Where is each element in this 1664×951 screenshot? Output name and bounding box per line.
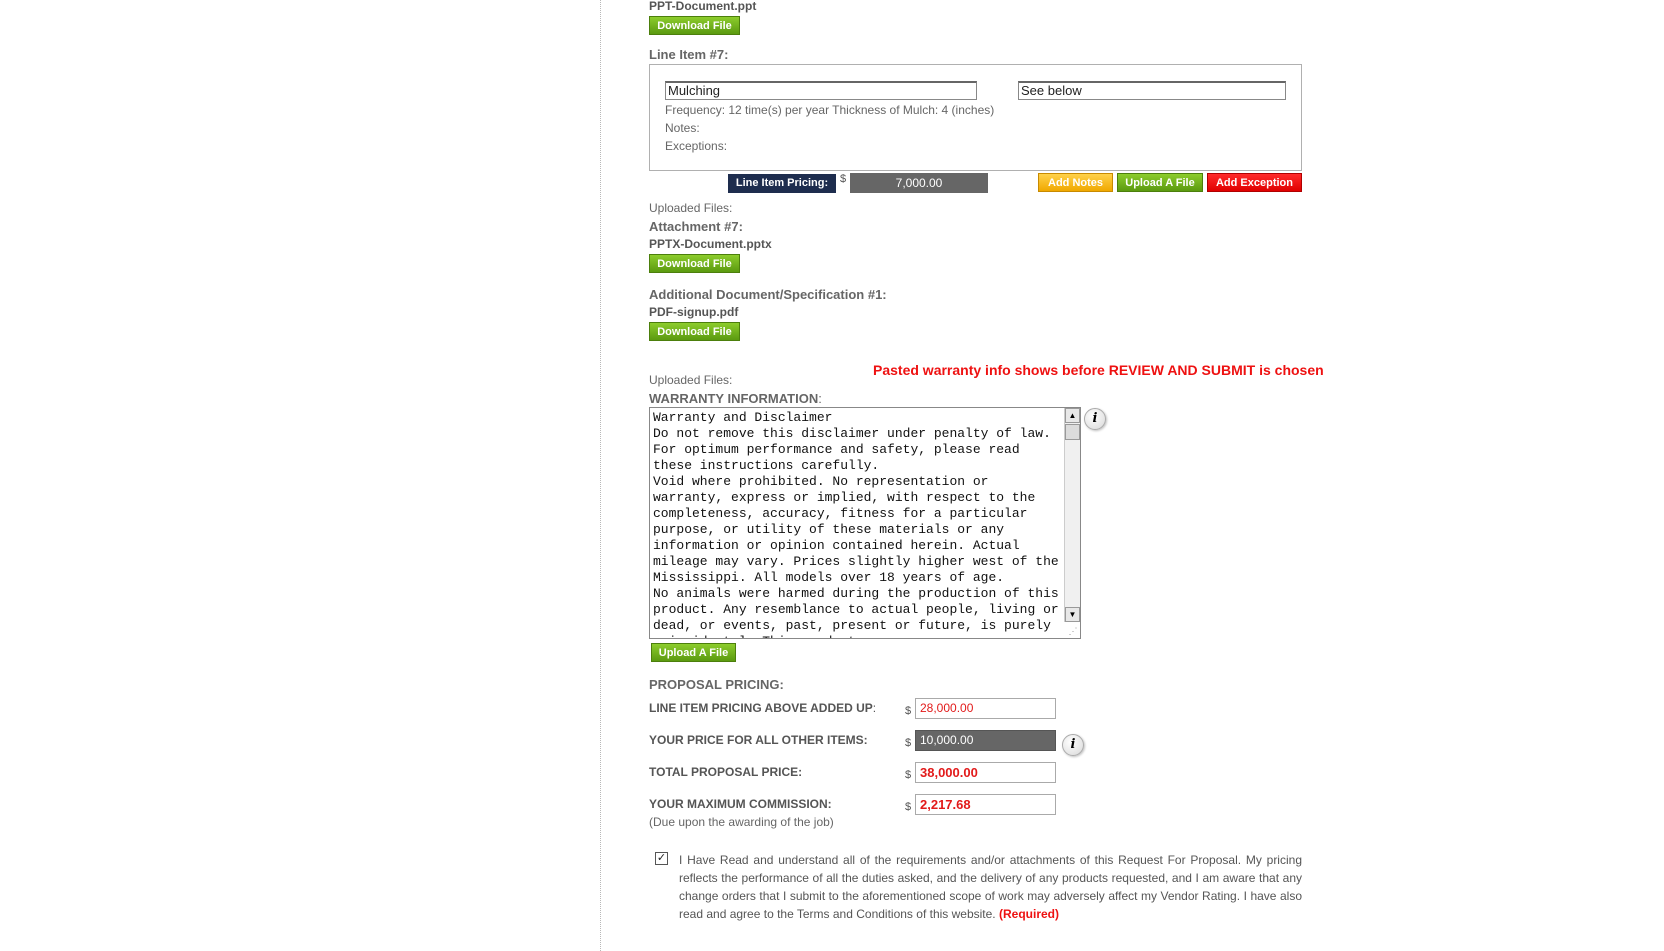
line-item-total-label-text: LINE ITEM PRICING ABOVE ADDED UP (649, 701, 873, 715)
currency-symbol: $ (840, 173, 847, 185)
currency-symbol: $ (905, 801, 912, 813)
warranty-heading-colon: : (818, 391, 822, 406)
additional-document-heading: Additional Document/Specification #1: (649, 287, 887, 302)
line-item-total-field[interactable]: 28,000.00 (915, 698, 1056, 719)
total-proposal-price-label: TOTAL PROPOSAL PRICE: (649, 765, 803, 779)
proposal-pricing-heading: PROPOSAL PRICING: (649, 677, 784, 692)
currency-symbol: $ (905, 769, 912, 781)
scroll-down-arrow-icon[interactable]: ▼ (1065, 607, 1080, 622)
warranty-textarea[interactable]: Warranty and Disclaimer Do not remove th… (649, 407, 1081, 639)
vertical-divider (600, 0, 601, 951)
agreement-body: I Have Read and understand all of the re… (679, 853, 1302, 921)
maximum-commission-label: YOUR MAXIMUM COMMISSION: (649, 797, 832, 811)
info-icon[interactable]: i (1062, 734, 1084, 756)
maximum-commission-field[interactable]: 2,217.68 (915, 794, 1056, 815)
download-file-button[interactable]: Download File (649, 254, 740, 273)
additional-document-file-name: PDF-signup.pdf (649, 305, 739, 319)
line-item-price-field[interactable]: 7,000.00 (850, 173, 988, 193)
other-items-price-input[interactable]: 10,000.00 (915, 730, 1056, 751)
download-file-button[interactable]: Download File (649, 16, 740, 35)
warranty-heading: WARRANTY INFORMATION: (649, 391, 822, 406)
warranty-upload-file-button[interactable]: Upload A File (651, 643, 736, 662)
uploaded-files-label: Uploaded Files: (649, 373, 733, 387)
file-name: PPT-Document.ppt (649, 0, 757, 13)
attachment-file-name: PPTX-Document.pptx (649, 237, 772, 251)
other-items-price-label: YOUR PRICE FOR ALL OTHER ITEMS: (649, 733, 868, 747)
scroll-up-arrow-icon[interactable]: ▲ (1065, 408, 1080, 423)
agreement-checkbox[interactable]: ✓ (655, 852, 668, 865)
line-item-name-input[interactable]: Mulching (665, 81, 977, 100)
warranty-scrollbar[interactable]: ▲ ▼ (1064, 408, 1080, 622)
line-item-heading: Line Item #7: (649, 47, 729, 62)
line-item-total-label-colon: : (872, 701, 877, 715)
add-notes-button[interactable]: Add Notes (1038, 173, 1113, 192)
info-icon[interactable]: i (1084, 408, 1106, 430)
line-item-total-label: LINE ITEM PRICING ABOVE ADDED UP: (649, 701, 876, 715)
uploaded-files-label: Uploaded Files: (649, 201, 733, 215)
exceptions-label: Exceptions: (665, 139, 728, 153)
line-item-description-input[interactable]: See below (1018, 81, 1286, 100)
notes-label: Notes: (665, 121, 700, 135)
warranty-text: Warranty and Disclaimer Do not remove th… (653, 410, 1059, 638)
line-item-pricing-label: Line Item Pricing: (728, 174, 836, 193)
upload-file-button[interactable]: Upload A File (1117, 173, 1203, 192)
resize-grip-icon[interactable]: ⋰ (1067, 625, 1079, 637)
commission-note: (Due upon the awarding of the job) (649, 815, 834, 829)
frequency-text: Frequency: 12 time(s) per year Thickness… (665, 103, 995, 117)
agreement-text: I Have Read and understand all of the re… (679, 851, 1302, 923)
warranty-heading-text: WARRANTY INFORMATION (649, 391, 819, 406)
required-label: (Required) (998, 907, 1059, 921)
scroll-thumb[interactable] (1065, 424, 1080, 440)
total-proposal-price-field[interactable]: 38,000.00 (915, 762, 1056, 783)
currency-symbol: $ (905, 705, 912, 717)
attachment-heading: Attachment #7: (649, 219, 743, 234)
download-file-button[interactable]: Download File (649, 322, 740, 341)
currency-symbol: $ (905, 737, 912, 749)
annotation-note: Pasted warranty info shows before REVIEW… (873, 362, 1324, 378)
add-exception-button[interactable]: Add Exception (1207, 173, 1302, 192)
